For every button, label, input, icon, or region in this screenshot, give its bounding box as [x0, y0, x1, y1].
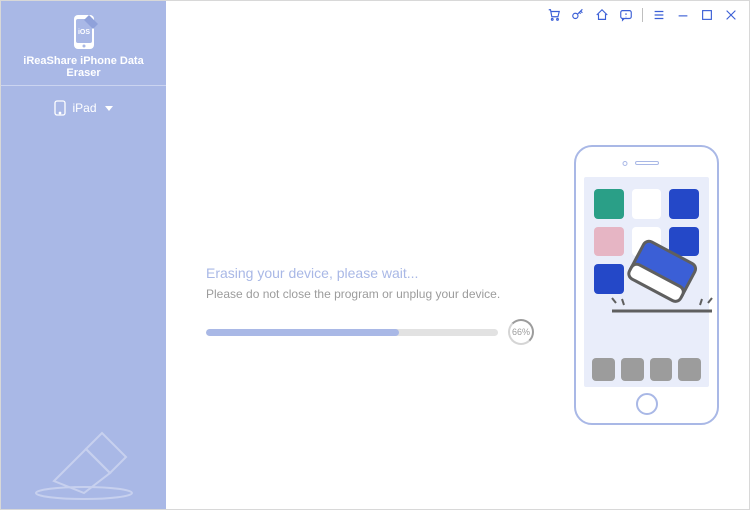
phone-camera-icon: [622, 161, 627, 166]
svg-text:iOS: iOS: [77, 29, 89, 36]
chevron-down-icon: [105, 106, 113, 111]
brand-name: iReaShare iPhone Data Eraser: [9, 55, 158, 79]
dock-tile: [592, 358, 615, 381]
phone-illustration: [574, 145, 719, 425]
progress-fill: [206, 329, 399, 336]
brand-block: iOS iReaShare iPhone Data Eraser: [1, 1, 166, 86]
phone-speaker-icon: [635, 161, 659, 165]
phone-screen: [584, 177, 709, 387]
key-icon[interactable]: [570, 7, 586, 23]
app-window: iOS iReaShare iPhone Data Eraser iPad E: [0, 0, 750, 510]
app-tile: [632, 227, 662, 257]
device-label: iPad: [72, 101, 96, 115]
feedback-icon[interactable]: [618, 7, 634, 23]
device-selector[interactable]: iPad: [54, 100, 112, 116]
phone-dock: [592, 358, 701, 381]
titlebar: [166, 1, 749, 29]
progress-row: 66%: [206, 319, 534, 345]
dock-tile: [621, 358, 644, 381]
erase-subtext: Please do not close the program or unplu…: [206, 287, 534, 301]
brand-icon: iOS: [69, 13, 99, 51]
cart-icon[interactable]: [546, 7, 562, 23]
app-tile: [669, 227, 699, 257]
progress-percent: 66%: [512, 327, 530, 337]
close-icon[interactable]: [723, 7, 739, 23]
app-tile: [632, 189, 662, 219]
dock-tile: [678, 358, 701, 381]
progress-panel: Erasing your device, please wait... Plea…: [206, 225, 534, 345]
app-grid: [594, 189, 699, 294]
phone-body: [574, 145, 719, 425]
app-tile: [594, 189, 624, 219]
maximize-icon[interactable]: [699, 7, 715, 23]
progress-bar: [206, 329, 498, 336]
app-tile: [594, 264, 624, 294]
phone-home-button-icon: [636, 393, 658, 415]
minimize-icon[interactable]: [675, 7, 691, 23]
progress-spinner: 66%: [508, 319, 534, 345]
content-row: Erasing your device, please wait... Plea…: [206, 145, 719, 425]
app-tile: [669, 189, 699, 219]
menu-icon[interactable]: [651, 7, 667, 23]
home-icon[interactable]: [594, 7, 610, 23]
erase-heading: Erasing your device, please wait...: [206, 265, 534, 281]
sidebar: iOS iReaShare iPhone Data Eraser iPad: [1, 1, 166, 509]
main-content: Erasing your device, please wait... Plea…: [166, 1, 749, 509]
app-tile: [594, 227, 624, 257]
dock-tile: [650, 358, 673, 381]
titlebar-divider: [642, 8, 643, 22]
sidebar-eraser-illustration: [24, 403, 144, 503]
